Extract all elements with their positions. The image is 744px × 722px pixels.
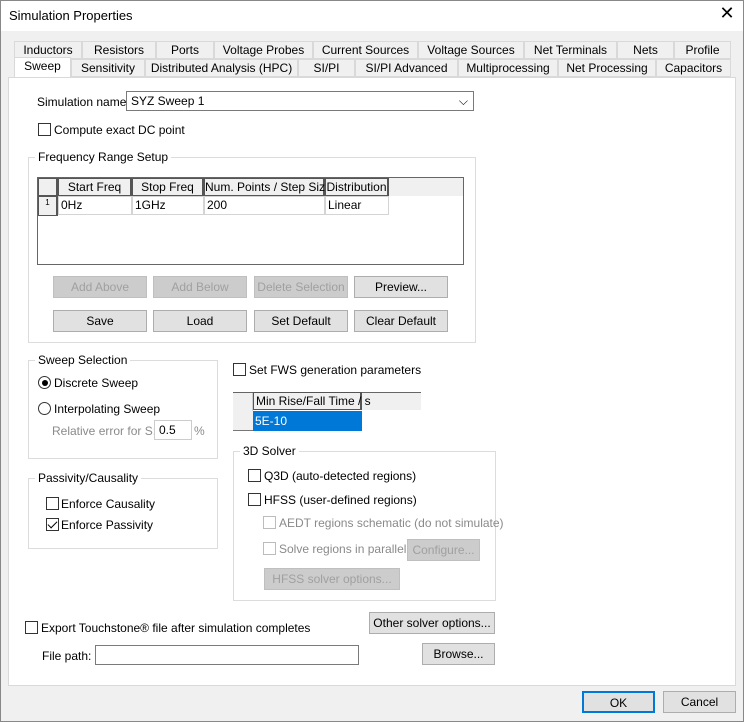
group-title: 3D Solver [240, 444, 299, 458]
cell-start-freq[interactable]: 0Hz [58, 196, 132, 215]
cell-distribution[interactable]: Linear [325, 196, 389, 215]
close-icon[interactable]: ✕ [715, 3, 739, 24]
percent-unit: % [194, 424, 205, 438]
load-button[interactable]: Load [153, 310, 247, 332]
tab-multiprocessing[interactable]: Multiprocessing [458, 59, 558, 77]
tab-voltage-probes[interactable]: Voltage Probes [214, 41, 313, 59]
group-title: Passivity/Causality [35, 471, 142, 485]
group-title: Sweep Selection [35, 353, 131, 367]
interpolating-sweep-label: Interpolating Sweep [54, 402, 161, 416]
tab-net-terminals[interactable]: Net Terminals [524, 41, 617, 59]
clear-default-button[interactable]: Clear Default [354, 310, 448, 332]
simulation-name-select[interactable]: SYZ Sweep 1 ⌵ [126, 91, 474, 111]
header-distribution[interactable]: Distribution [325, 178, 389, 196]
tab-net-processing[interactable]: Net Processing [558, 59, 656, 77]
tab-si-pi-advanced[interactable]: SI/PI Advanced [355, 59, 458, 77]
header-stop-freq[interactable]: Stop Freq [132, 178, 204, 196]
cell-stop-freq[interactable]: 1GHz [132, 196, 204, 215]
fws-value-cell[interactable]: 5E-10 [253, 411, 362, 431]
enforce-causality-label: Enforce Causality [61, 497, 156, 511]
configure-button[interactable]: Configure... [407, 539, 480, 561]
enforce-passivity-label: Enforce Passivity [61, 518, 154, 532]
table-corner[interactable] [38, 178, 58, 196]
relative-error-input[interactable]: 0.5 [154, 420, 192, 440]
header-start-freq[interactable]: Start Freq [58, 178, 132, 196]
tab-ports[interactable]: Ports [156, 41, 214, 59]
export-touchstone-checkbox[interactable] [25, 621, 38, 634]
delete-selection-button[interactable]: Delete Selection [254, 276, 348, 298]
hfss-label: HFSS (user-defined regions) [264, 493, 417, 507]
fws-checkbox[interactable] [233, 363, 246, 376]
tab-profile[interactable]: Profile [674, 41, 731, 59]
group-title: Frequency Range Setup [35, 150, 172, 164]
preview-button[interactable]: Preview... [354, 276, 448, 298]
cell-num-points[interactable]: 200 [204, 196, 325, 215]
tab-si-pi[interactable]: SI/PI [298, 59, 355, 77]
row-header[interactable]: 1 [38, 196, 58, 216]
chevron-down-icon: ⌵ [458, 94, 468, 108]
fws-corner [233, 393, 253, 411]
fws-header[interactable]: Min Rise/Fall Time / s [253, 392, 371, 410]
aedt-label: AEDT regions schematic (do not simulate) [279, 516, 504, 530]
fws-row-header[interactable] [233, 411, 253, 431]
file-path-input[interactable] [95, 645, 359, 665]
tab-nets[interactable]: Nets [617, 41, 674, 59]
q3d-checkbox[interactable] [248, 469, 261, 482]
hfss-solver-options-button[interactable]: HFSS solver options... [264, 568, 400, 590]
fws-label: Set FWS generation parameters [249, 363, 422, 377]
solve-parallel-label: Solve regions in parallel [279, 542, 407, 556]
compute-dc-label: Compute exact DC point [54, 123, 185, 137]
enforce-causality-checkbox[interactable] [46, 497, 59, 510]
tab-resistors[interactable]: Resistors [82, 41, 156, 59]
tab-current-sources[interactable]: Current Sources [313, 41, 418, 59]
q3d-label: Q3D (auto-detected regions) [264, 469, 417, 483]
add-below-button[interactable]: Add Below [153, 276, 247, 298]
cancel-button[interactable]: Cancel [663, 691, 736, 713]
hfss-checkbox[interactable] [248, 493, 261, 506]
tab-distributed-analysis-hpc[interactable]: Distributed Analysis (HPC) [145, 59, 298, 77]
file-path-label: File path: [42, 649, 92, 663]
simulation-name-value: SYZ Sweep 1 [131, 94, 205, 108]
tab-capacitors[interactable]: Capacitors [656, 59, 731, 77]
passivity-group: Passivity/Causality [28, 471, 218, 549]
tab-sweep[interactable]: Sweep [14, 57, 71, 77]
save-button[interactable]: Save [53, 310, 147, 332]
interpolating-sweep-radio[interactable] [38, 402, 51, 415]
tab-voltage-sources[interactable]: Voltage Sources [418, 41, 524, 59]
header-num-points[interactable]: Num. Points / Step Size [204, 178, 332, 196]
discrete-sweep-label: Discrete Sweep [54, 376, 139, 390]
tab-sensitivity[interactable]: Sensitivity [71, 59, 145, 77]
add-above-button[interactable]: Add Above [53, 276, 147, 298]
other-solver-options-button[interactable]: Other solver options... [369, 612, 495, 634]
window-title: Simulation Properties [9, 8, 133, 23]
aedt-checkbox[interactable] [263, 516, 276, 529]
simulation-name-label: Simulation name: [37, 95, 130, 109]
discrete-sweep-radio[interactable] [38, 376, 51, 389]
solve-parallel-checkbox[interactable] [263, 542, 276, 555]
export-touchstone-label: Export Touchstone® file after simulation… [41, 621, 311, 635]
enforce-passivity-checkbox[interactable] [46, 518, 59, 531]
relative-error-label: Relative error for S: [52, 424, 157, 438]
set-default-button[interactable]: Set Default [254, 310, 348, 332]
ok-button[interactable]: OK [582, 691, 655, 713]
browse-button[interactable]: Browse... [422, 643, 495, 665]
compute-dc-checkbox[interactable] [38, 123, 51, 136]
